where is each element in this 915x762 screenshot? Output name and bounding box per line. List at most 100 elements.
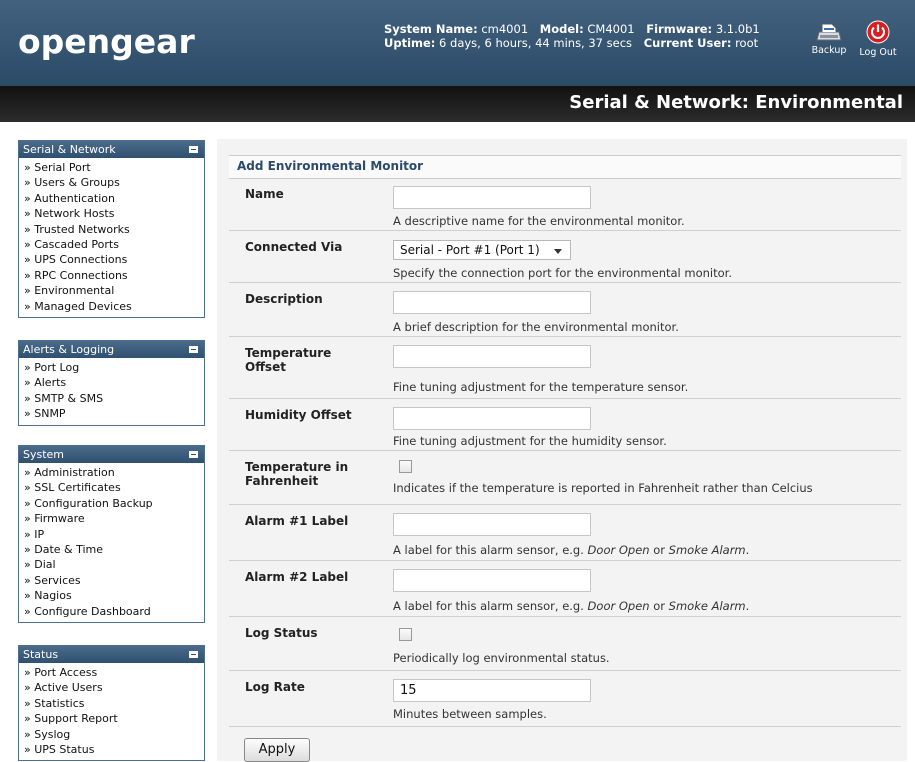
description-help: A brief description for the environmenta… [393, 320, 679, 334]
collapse-icon[interactable] [189, 651, 198, 658]
temperature-offset-field[interactable] [393, 345, 591, 368]
sidebar-item-administration[interactable]: » Administration [24, 465, 204, 480]
alarm2-help: A label for this alarm sensor, e.g. Door… [393, 599, 749, 613]
logout-label: Log Out [859, 47, 897, 58]
section-header[interactable]: Status [19, 646, 204, 663]
connected-via-value: Serial - Port #1 (Port 1) [400, 243, 540, 257]
sidebar-item-support-report[interactable]: » Support Report [24, 711, 204, 726]
sidebar-item-serial-port[interactable]: » Serial Port [24, 160, 204, 175]
log-status-label: Log Status [245, 626, 318, 640]
temperature-fahrenheit-label-line2: Fahrenheit [245, 474, 319, 488]
uptime-label: Uptime: [384, 36, 436, 50]
sidebar-item-ups-connections[interactable]: » UPS Connections [24, 252, 204, 267]
sidebar-item-ip[interactable]: » IP [24, 527, 204, 542]
alarm1-help-or: or [649, 543, 669, 557]
temperature-fahrenheit-help: Indicates if the temperature is reported… [393, 481, 813, 495]
sidebar-item-managed-devices[interactable]: » Managed Devices [24, 299, 204, 314]
sidebar-item-authentication[interactable]: » Authentication [24, 191, 204, 206]
sidebar-item-rpc-connections[interactable]: » RPC Connections [24, 268, 204, 283]
section-header[interactable]: System [19, 446, 204, 463]
connected-via-select[interactable]: Serial - Port #1 (Port 1) [393, 240, 571, 260]
alarm1-help: A label for this alarm sensor, e.g. Door… [393, 543, 749, 557]
log-status-row: Log Status Periodically log environmenta… [229, 617, 901, 671]
sidebar-item-port-log[interactable]: » Port Log [24, 360, 204, 375]
section-title: Alerts & Logging [23, 343, 115, 356]
firmware-value: 3.1.0b1 [715, 22, 760, 36]
alarm1-field[interactable] [393, 513, 591, 536]
name-field[interactable] [393, 186, 591, 209]
sidebar-item-alerts[interactable]: » Alerts [24, 375, 204, 390]
sidebar-item-network-hosts[interactable]: » Network Hosts [24, 206, 204, 221]
backup-button[interactable]: Backup [804, 20, 854, 56]
sidebar-item-smtp-sms[interactable]: » SMTP & SMS [24, 391, 204, 406]
apply-button[interactable]: Apply [244, 738, 310, 762]
sidebar-item-port-access[interactable]: » Port Access [24, 665, 204, 680]
temperature-fahrenheit-label: Temperature in Fahrenheit [245, 460, 380, 488]
sidebar-item-ups-status[interactable]: » UPS Status [24, 742, 204, 757]
section-title: System [23, 448, 65, 461]
humidity-offset-help: Fine tuning adjustment for the humidity … [393, 434, 667, 448]
sidebar-item-syslog[interactable]: » Syslog [24, 727, 204, 742]
sidebar-item-environmental[interactable]: » Environmental [24, 283, 204, 298]
page-title-bar: Serial & Network: Environmental [0, 86, 915, 122]
temperature-offset-label-line2: Offset [245, 360, 286, 374]
sidebar-item-ssl-certificates[interactable]: » SSL Certificates [24, 480, 204, 495]
description-label: Description [245, 292, 323, 306]
description-field[interactable] [393, 291, 591, 314]
logout-button[interactable]: Log Out [853, 20, 903, 58]
collapse-icon[interactable] [189, 146, 198, 153]
system-info: System Name: cm4001 Model: CM4001 Firmwa… [384, 22, 768, 50]
humidity-offset-field[interactable] [393, 407, 591, 430]
system-name-label: System Name: [384, 22, 478, 36]
sidebar-item-services[interactable]: » Services [24, 573, 204, 588]
page-title: Serial & Network: Environmental [569, 92, 903, 113]
sidebar-item-nagios[interactable]: » Nagios [24, 588, 204, 603]
section-header[interactable]: Alerts & Logging [19, 341, 204, 358]
sidebar-item-dial[interactable]: » Dial [24, 557, 204, 572]
alarm2-row: Alarm #2 Label A label for this alarm se… [229, 561, 901, 617]
sidebar-item-configuration-backup[interactable]: » Configuration Backup [24, 496, 204, 511]
collapse-icon[interactable] [189, 451, 198, 458]
form-title-bar: Add Environmental Monitor [229, 155, 901, 179]
chevron-down-icon [554, 249, 562, 254]
name-row: Name A descriptive name for the environm… [229, 178, 901, 231]
collapse-icon[interactable] [189, 346, 198, 353]
connected-via-help: Specify the connection port for the envi… [393, 266, 733, 280]
alarm2-help-or: or [649, 599, 669, 613]
temperature-fahrenheit-label-line1: Temperature in [245, 460, 349, 474]
connected-via-row: Connected Via Serial - Port #1 (Port 1) … [229, 231, 901, 283]
humidity-offset-label: Humidity Offset [245, 408, 352, 422]
log-status-checkbox[interactable] [399, 628, 412, 641]
top-header: opengear System Name: cm4001 Model: CM40… [0, 0, 915, 86]
temperature-offset-help: Fine tuning adjustment for the temperatu… [393, 380, 689, 394]
alarm2-help-example1: Door Open [587, 599, 650, 613]
alarm1-help-example1: Door Open [587, 543, 650, 557]
sidebar-item-statistics[interactable]: » Statistics [24, 696, 204, 711]
backup-icon [816, 23, 842, 41]
model-value: CM4001 [587, 22, 635, 36]
alarm1-help-end: . [745, 543, 750, 557]
log-rate-field[interactable] [393, 679, 591, 702]
sidebar-item-date-time[interactable]: » Date & Time [24, 542, 204, 557]
current-user-label: Current User: [643, 36, 732, 50]
sidebar-item-cascaded-ports[interactable]: » Cascaded Ports [24, 237, 204, 252]
section-header[interactable]: Serial & Network [19, 141, 204, 158]
alarm2-field[interactable] [393, 569, 591, 592]
sidebar-section-status: Status » Port Access » Active Users » St… [18, 645, 205, 762]
section-title: Status [23, 648, 59, 661]
sidebar-item-snmp[interactable]: » SNMP [24, 406, 204, 421]
temperature-offset-label-line1: Temperature [245, 346, 332, 360]
power-icon [866, 20, 890, 44]
sidebar-item-configure-dashboard[interactable]: » Configure Dashboard [24, 604, 204, 619]
sidebar-item-active-users[interactable]: » Active Users [24, 680, 204, 695]
sidebar-item-trusted-networks[interactable]: » Trusted Networks [24, 222, 204, 237]
temperature-offset-label: Temperature Offset [245, 346, 380, 374]
temperature-offset-row: Temperature Offset Fine tuning adjustmen… [229, 337, 901, 399]
firmware-label: Firmware: [646, 22, 713, 36]
sidebar-item-firmware[interactable]: » Firmware [24, 511, 204, 526]
opengear-logo[interactable]: opengear [18, 22, 195, 61]
name-help: A descriptive name for the environmental… [393, 214, 685, 228]
alarm2-label: Alarm #2 Label [245, 570, 349, 584]
sidebar-item-users-groups[interactable]: » Users & Groups [24, 175, 204, 190]
temperature-fahrenheit-checkbox[interactable] [399, 460, 412, 473]
